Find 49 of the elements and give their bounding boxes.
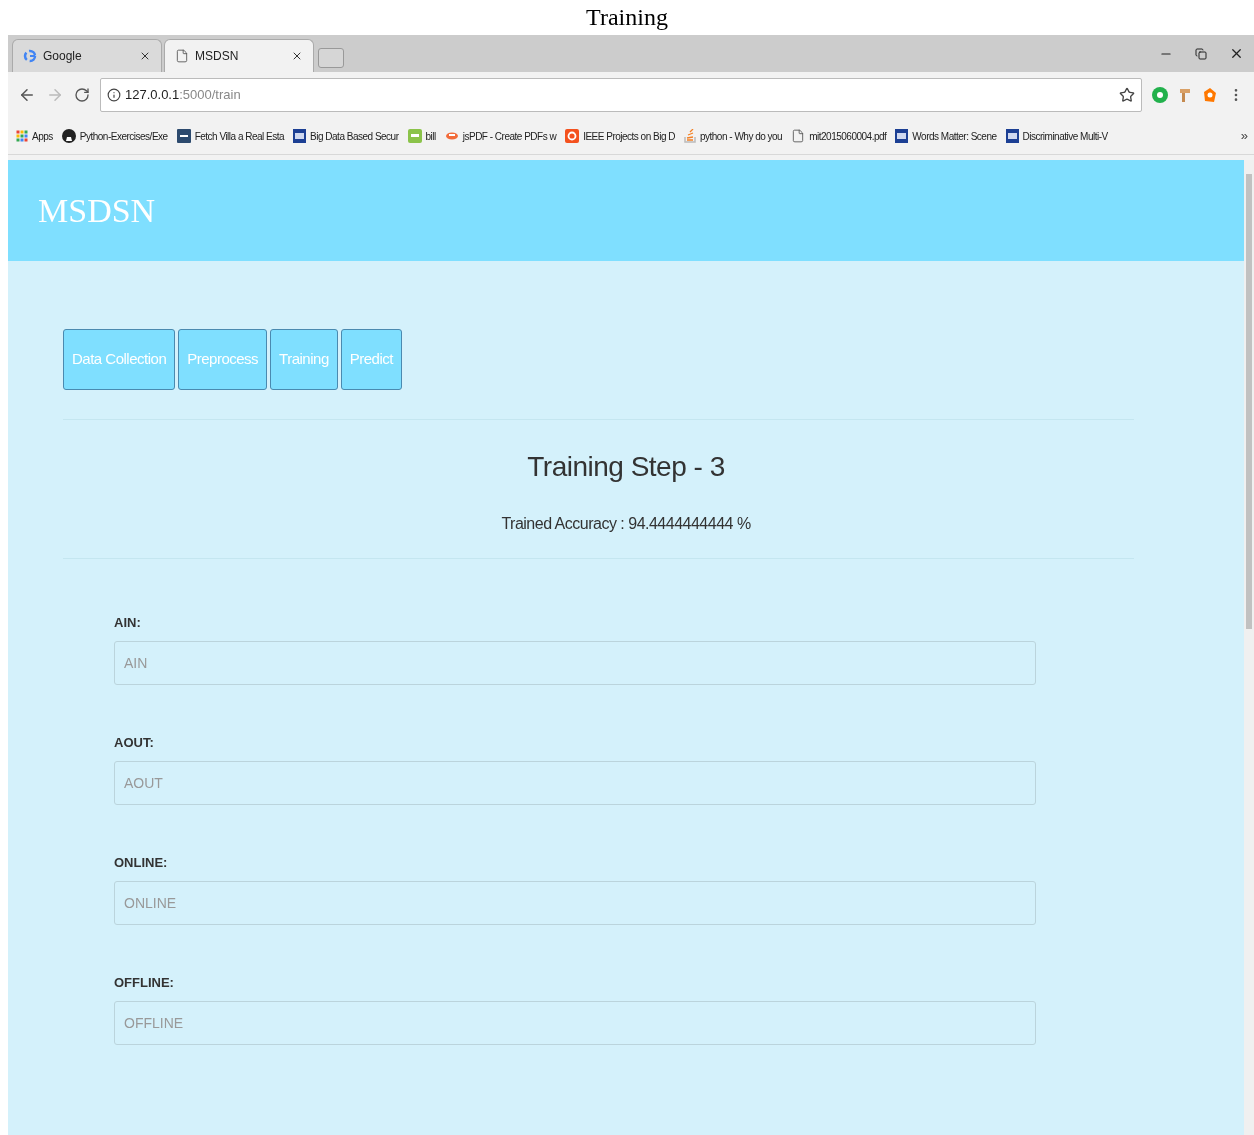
avast-icon[interactable]	[1202, 87, 1218, 103]
ieee-icon	[895, 129, 909, 143]
url-text: 127.0.0.1:5000/train	[125, 86, 242, 105]
stack-icon	[683, 129, 696, 143]
ieee-icon	[1005, 129, 1019, 143]
browser-tab[interactable]: Google	[12, 39, 162, 72]
bookmark-link[interactable]: Discriminative Multi-V	[1005, 128, 1108, 144]
bookmark-link[interactable]: Apps	[16, 128, 53, 144]
bookmark-link[interactable]: Fetch Villa a Real Esta	[176, 128, 285, 144]
bookmark-link[interactable]: python - Why do you	[683, 128, 783, 144]
bookmark-link[interactable]: mit2015060004.pdf	[791, 128, 887, 144]
restore-icon[interactable]	[1195, 47, 1207, 60]
input-field[interactable]: ONLINE	[114, 881, 1036, 925]
tab-title: Google	[43, 48, 83, 65]
field-label: OFFLINE:	[114, 975, 175, 991]
address-bar[interactable]: 127.0.0.1:5000/train	[100, 78, 1142, 112]
browser-tab[interactable]: MSDSN	[164, 39, 314, 72]
figure-caption: Training	[586, 3, 668, 32]
page-icon	[791, 129, 806, 143]
hammer-icon[interactable]	[1178, 87, 1192, 103]
bookmark-link[interactable]: IEEE Projects on Big D	[565, 128, 675, 144]
bookmark-link[interactable]: Python-Exercises/Exe	[61, 128, 168, 144]
close-icon[interactable]	[139, 50, 151, 62]
close-icon[interactable]	[291, 50, 303, 62]
field-label: ONLINE:	[114, 855, 169, 871]
info-icon	[107, 88, 121, 102]
back-icon[interactable]	[18, 86, 36, 104]
ieee-icon	[293, 129, 307, 143]
field-label: AOUT:	[114, 735, 155, 751]
accuracy-text: Trained Accuracy : 94.4444444444 %	[501, 514, 751, 534]
more-bookmarks-button[interactable]: »	[1240, 126, 1248, 146]
input-field[interactable]: AIN	[114, 641, 1036, 685]
page-icon	[175, 49, 189, 63]
ring-logo-icon	[565, 129, 580, 143]
input-field[interactable]: AOUT	[114, 761, 1036, 805]
bookmark-link[interactable]: jsPDF - Create PDFs w	[444, 128, 557, 144]
bookmark-link[interactable]: Big Data Based Secur	[293, 128, 399, 144]
tab-title: MSDSN	[195, 48, 240, 65]
reload-icon[interactable]	[74, 87, 90, 103]
field-label: AIN:	[114, 615, 142, 631]
bookmark-link[interactable]: Words Matter: Scene	[895, 128, 997, 144]
octocat-icon	[61, 129, 76, 143]
apps-grid-icon	[16, 130, 28, 142]
close-icon[interactable]	[1229, 46, 1244, 61]
ad-badge-icon[interactable]	[1152, 87, 1168, 103]
input-field[interactable]: OFFLINE	[114, 1001, 1036, 1045]
star-icon[interactable]	[1119, 87, 1135, 103]
bookmark-link[interactable]: bill	[407, 128, 436, 144]
page-heading: Training Step - 3	[527, 450, 725, 484]
